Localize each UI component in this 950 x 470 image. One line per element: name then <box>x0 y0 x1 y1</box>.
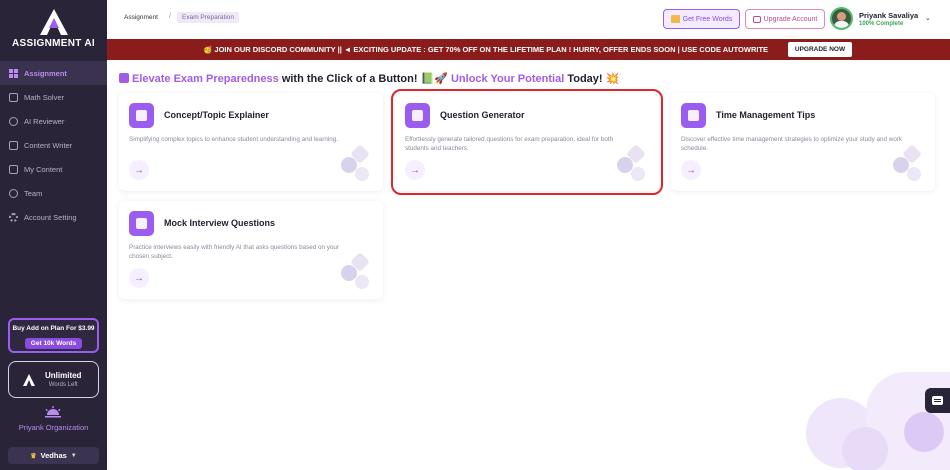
card-title: Mock Interview Questions <box>164 218 276 228</box>
user-name[interactable]: Priyank Savaliya <box>859 11 918 20</box>
sidebar-item-label: Content Writer <box>24 140 73 150</box>
sunrise-icon <box>45 405 61 418</box>
crown-icon: ♛ <box>30 452 37 460</box>
card-description: Simplifying complex topics to enhance st… <box>129 136 338 143</box>
breadcrumb-exam-preparation[interactable]: Exam Preparation <box>177 12 240 23</box>
magnifier-icon <box>9 116 18 126</box>
promo-banner-text[interactable]: 🥳 JOIN OUR DISCORD COMMUNITY || ◄ EXCITI… <box>203 45 768 54</box>
upgrade-account-button[interactable]: Upgrade Account <box>745 9 825 29</box>
chat-icon <box>932 396 943 405</box>
sidebar-item-assignment[interactable]: Assignment <box>0 61 107 85</box>
logo-text: ASSIGNMENT AI <box>12 38 95 49</box>
promo-banner: 🥳 JOIN OUR DISCORD COMMUNITY || ◄ EXCITI… <box>107 39 950 60</box>
arrow-right-icon[interactable]: → <box>405 160 425 180</box>
get-free-words-button[interactable]: Get Free Words <box>663 9 740 29</box>
workspace-name: Vedhas <box>40 451 67 460</box>
card-description: Effortlessly generate tailored questions… <box>405 136 614 152</box>
arrow-right-icon[interactable]: → <box>129 160 149 180</box>
words-left-label: Words Left <box>48 382 78 388</box>
sidebar-item-label: Math Solver <box>24 92 65 102</box>
sidebar-item-my-content[interactable]: My Content <box>0 157 107 181</box>
chevron-down-icon: ▼ <box>70 452 77 459</box>
grid-icon <box>9 68 18 78</box>
card-description: Practice interviews easily with friendly… <box>129 244 339 260</box>
pen-icon <box>9 140 18 150</box>
sidebar-item-ai-reviewer[interactable]: AI Reviewer <box>0 109 107 133</box>
logo-mark-icon <box>37 8 71 36</box>
team-icon <box>9 188 18 198</box>
arrow-right-icon[interactable]: → <box>681 160 701 180</box>
addon-plan-card[interactable]: Buy Add on Plan For $3.99 Get 10k Words <box>8 318 99 353</box>
get-words-button[interactable]: Get 10k Words <box>24 338 83 349</box>
chat-support-button[interactable] <box>925 388 950 413</box>
upgrade-now-button[interactable]: UPGRADE NOW <box>788 42 852 57</box>
card-decoration <box>893 144 925 183</box>
gear-icon <box>9 212 18 222</box>
breadcrumb-separator: / <box>169 13 171 20</box>
sidebar-item-team[interactable]: Team <box>0 181 107 205</box>
logo-mark-icon <box>23 373 35 386</box>
workspace-selector[interactable]: ♛ Vedhas ▼ <box>8 447 99 464</box>
gift-icon <box>670 15 680 23</box>
get-free-words-label: Get Free Words <box>682 15 733 23</box>
arrow-right-icon[interactable]: → <box>129 268 149 288</box>
organization-name[interactable]: Priyank Organization <box>0 423 107 432</box>
card-decoration <box>341 144 373 183</box>
sidebar-item-content-writer[interactable]: Content Writer <box>0 133 107 157</box>
tool-card-mock-interview[interactable]: Mock Interview Questions Practice interv… <box>119 201 383 299</box>
lock-icon <box>119 73 129 83</box>
upgrade-icon <box>752 15 761 23</box>
card-title: Question Generator <box>440 110 525 120</box>
card-title: Time Management Tips <box>716 110 816 120</box>
avatar[interactable] <box>830 7 853 30</box>
background-decoration <box>806 372 950 470</box>
profile-completion: 100% Complete <box>859 21 904 27</box>
document-icon <box>9 164 18 174</box>
words-left-card: Unlimited Words Left <box>8 361 99 398</box>
tool-card-concept-explainer[interactable]: Concept/Topic Explainer Simplifying comp… <box>119 93 383 191</box>
upgrade-account-label: Upgrade Account <box>763 15 818 23</box>
sidebar-item-label: Team <box>24 188 43 198</box>
clock-icon <box>681 103 706 128</box>
page-headline: Elevate Exam Preparedness with the Click… <box>119 72 619 85</box>
sidebar-item-label: My Content <box>24 164 63 174</box>
card-decoration <box>341 252 373 291</box>
sidebar-item-account-setting[interactable]: Account Setting <box>0 205 107 229</box>
app-logo[interactable]: ASSIGNMENT AI <box>0 8 107 49</box>
card-decoration <box>617 144 649 183</box>
sidebar-nav: Assignment Math Solver AI Reviewer Conte… <box>0 61 107 229</box>
card-title: Concept/Topic Explainer <box>164 110 269 120</box>
calculator-icon <box>9 92 18 102</box>
addon-plan-title: Buy Add on Plan For $3.99 <box>12 325 95 332</box>
sidebar-item-math-solver[interactable]: Math Solver <box>0 85 107 109</box>
sidebar: ASSIGNMENT AI Assignment Math Solver AI … <box>0 0 107 470</box>
chevron-down-icon[interactable]: ⌄ <box>925 14 931 22</box>
presentation-icon <box>129 103 154 128</box>
sidebar-item-label: Assignment <box>24 68 67 78</box>
interview-icon <box>129 211 154 236</box>
breadcrumb-assignment[interactable]: Assignment <box>124 14 158 21</box>
card-description: Discover effective time management strat… <box>681 136 903 152</box>
sidebar-item-label: Account Setting <box>24 212 77 222</box>
sidebar-item-label: AI Reviewer <box>24 116 65 126</box>
tool-card-time-management[interactable]: Time Management Tips Discover effective … <box>671 93 935 191</box>
question-icon <box>405 103 430 128</box>
promo-code: AUTOWRITE <box>722 45 769 54</box>
tool-card-question-generator[interactable]: Question Generator Effortlessly generate… <box>391 89 663 195</box>
top-bar: Assignment / Exam Preparation Get Free W… <box>107 0 950 38</box>
words-left-title: Unlimited <box>45 371 82 380</box>
